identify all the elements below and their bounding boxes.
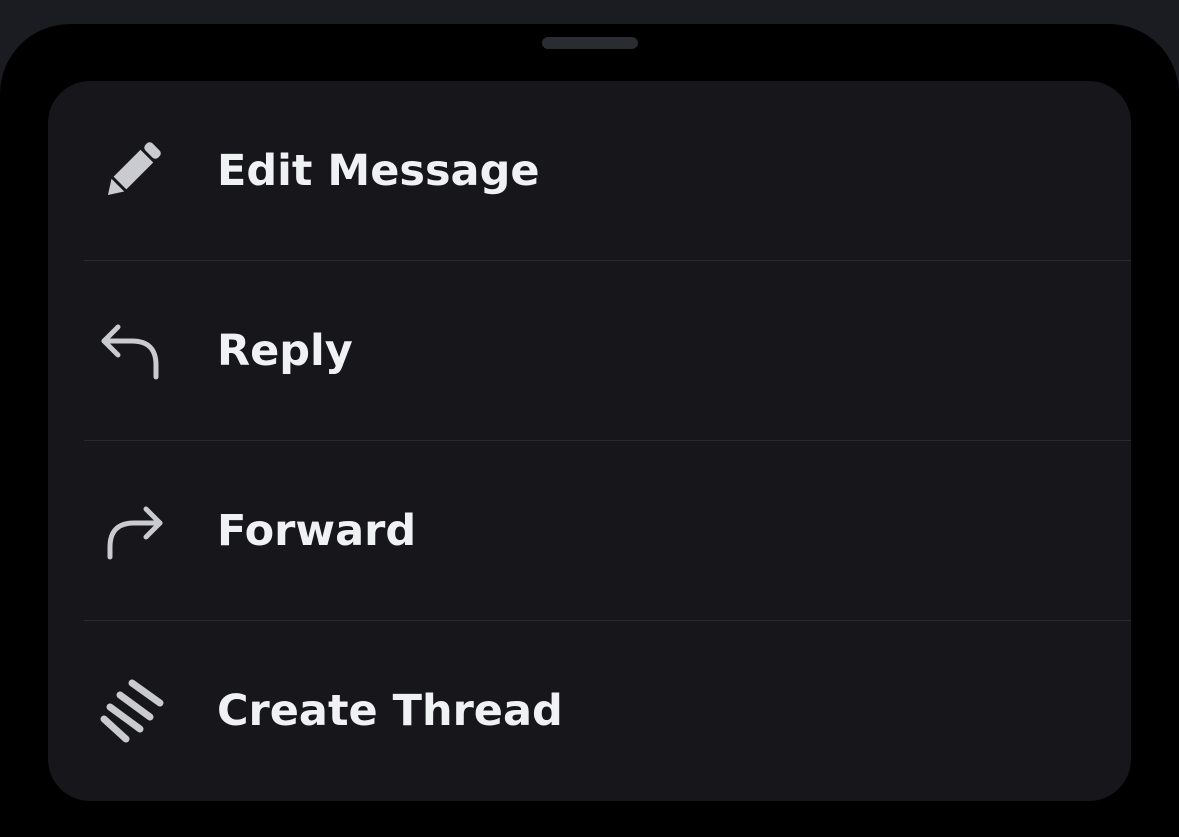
create-thread-button[interactable]: Create Thread	[48, 621, 1131, 801]
create-thread-label: Create Thread	[217, 686, 563, 736]
action-sheet: Edit Message Reply Forward Create Thread	[0, 24, 1179, 837]
reply-button[interactable]: Reply	[48, 261, 1131, 441]
edit-message-button[interactable]: Edit Message	[48, 81, 1131, 261]
pencil-icon	[96, 135, 168, 207]
sheet-drag-handle[interactable]	[542, 37, 638, 49]
forward-arrow-icon	[96, 495, 168, 567]
forward-button[interactable]: Forward	[48, 441, 1131, 621]
thread-icon	[96, 675, 168, 747]
forward-label: Forward	[217, 506, 417, 556]
message-actions-menu: Edit Message Reply Forward Create Thread	[48, 81, 1131, 801]
reply-arrow-icon	[96, 315, 168, 387]
edit-message-label: Edit Message	[217, 146, 540, 196]
reply-label: Reply	[217, 326, 353, 376]
